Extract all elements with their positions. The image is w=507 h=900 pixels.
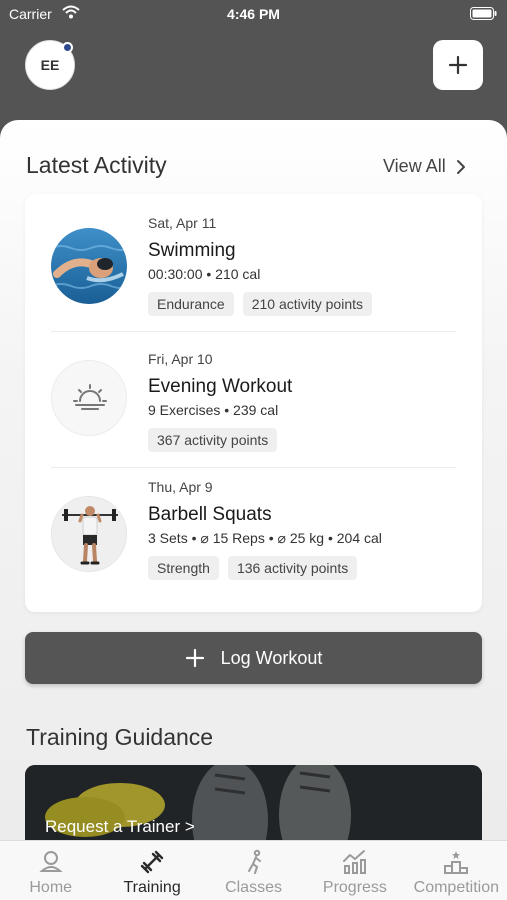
home-icon — [39, 851, 63, 872]
activity-meta: 00:30:00 • 210 cal — [148, 266, 261, 282]
activity-item-barbell-squats[interactable]: Thu, Apr 9 Barbell Squats 3 Sets • ⌀ 15 … — [25, 466, 482, 601]
activity-tags: Endurance 210 activity points — [148, 292, 373, 316]
view-all-link[interactable]: View All — [383, 156, 466, 177]
activity-item-swimming[interactable]: Sat, Apr 11 Swimming 00:30:00 • 210 cal … — [25, 194, 482, 329]
tab-home[interactable]: Home — [0, 841, 101, 900]
activity-meta: 9 Exercises • 239 cal — [148, 402, 279, 418]
training-guidance-title: Training Guidance — [26, 724, 214, 750]
notification-dot — [62, 42, 73, 53]
activity-date: Thu, Apr 9 — [148, 479, 213, 495]
activity-tags: Strength 136 activity points — [148, 556, 358, 580]
content-sheet: Latest Activity View All Sat, Apr 11 Swi… — [0, 120, 507, 840]
tab-label: Classes — [225, 879, 282, 896]
tag-badge: 367 activity points — [148, 428, 278, 452]
tab-classes[interactable]: Classes — [203, 841, 304, 900]
plus-icon — [185, 648, 204, 668]
dumbbell-icon — [140, 850, 164, 874]
tag-badge: Endurance — [148, 292, 234, 316]
tab-progress[interactable]: Progress — [304, 841, 405, 900]
activity-name: Evening Workout — [148, 376, 293, 397]
log-workout-label: Log Workout — [220, 647, 323, 668]
swimmer-photo — [51, 228, 127, 304]
view-all-label: View All — [383, 156, 446, 176]
latest-activity-title: Latest Activity — [26, 152, 167, 178]
avatar[interactable]: EE — [25, 40, 75, 90]
tag-badge: 210 activity points — [242, 292, 373, 316]
podium-icon — [444, 851, 469, 874]
activity-tags: 367 activity points — [148, 428, 278, 452]
tag-badge: 136 activity points — [227, 556, 358, 580]
status-time: 4:46 PM — [227, 6, 280, 22]
activity-item-evening-workout[interactable]: Fri, Apr 10 Evening Workout 9 Exercises … — [25, 330, 482, 465]
tab-label: Training — [123, 879, 181, 896]
classes-icon — [247, 849, 261, 874]
tag-badge: Strength — [148, 556, 219, 580]
training-guidance-banner[interactable]: Request a Trainer > — [25, 765, 482, 840]
chevron-right-icon — [456, 159, 465, 174]
battery-icon — [470, 7, 497, 23]
plus-icon — [448, 55, 468, 75]
request-trainer-link[interactable]: Request a Trainer > — [45, 817, 195, 837]
activity-name: Swimming — [148, 240, 236, 261]
activity-date: Sat, Apr 11 — [148, 215, 217, 231]
tab-bar: Home Training Classes Progress Competiti… — [0, 840, 507, 900]
barbell-photo — [51, 496, 127, 572]
tab-label: Progress — [322, 879, 387, 896]
sunset-icon — [51, 360, 127, 436]
activity-list: Sat, Apr 11 Swimming 00:30:00 • 210 cal … — [25, 194, 482, 612]
add-button[interactable] — [433, 40, 483, 90]
activity-meta: 3 Sets • ⌀ 15 Reps • ⌀ 25 kg • 204 cal — [148, 530, 382, 546]
avatar-initials: EE — [40, 57, 60, 73]
status-bar: Carrier 4:46 PM — [0, 0, 507, 28]
log-workout-button[interactable]: Log Workout — [25, 632, 482, 684]
activity-name: Barbell Squats — [148, 504, 272, 525]
tab-training[interactable]: Training — [101, 841, 202, 900]
progress-chart-icon — [342, 850, 366, 874]
tab-label: Competition — [413, 879, 500, 896]
activity-date: Fri, Apr 10 — [148, 351, 213, 367]
tab-label: Home — [29, 879, 73, 896]
tab-competition[interactable]: Competition — [406, 841, 507, 900]
